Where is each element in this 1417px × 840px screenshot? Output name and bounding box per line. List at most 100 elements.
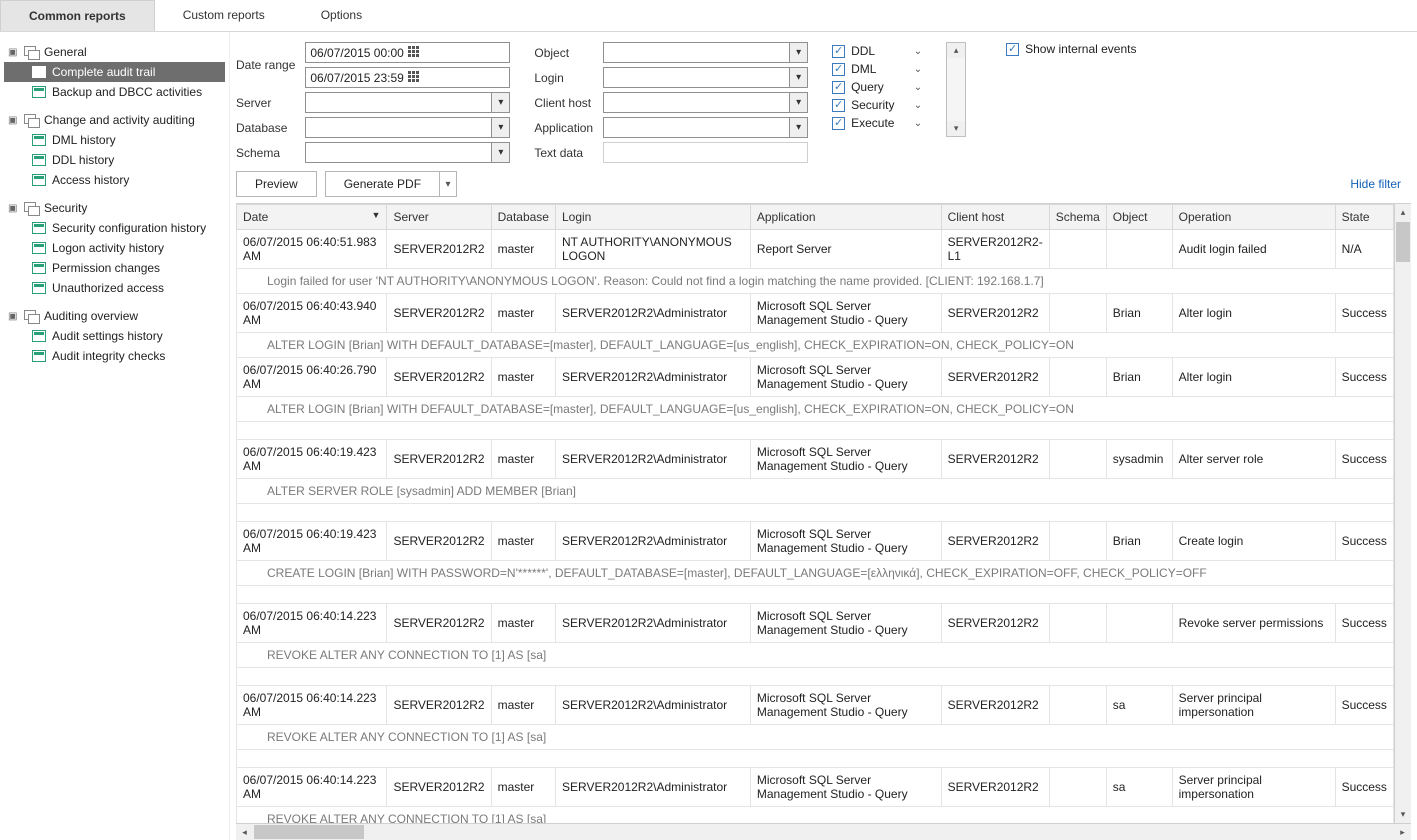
label-application: Application xyxy=(534,121,593,135)
report-icon xyxy=(32,242,46,254)
tree-item-complete-audit-trail[interactable]: Complete audit trail xyxy=(4,62,225,82)
table-row[interactable]: 06/07/2015 06:40:51.983 AMSERVER2012R2ma… xyxy=(237,230,1394,269)
col-header-application[interactable]: Application xyxy=(750,205,941,230)
table-row-detail: CREATE LOGIN [Brian] WITH PASSWORD=N'***… xyxy=(237,561,1394,586)
generate-pdf-button[interactable]: Generate PDF xyxy=(325,171,439,197)
table-row[interactable]: 06/07/2015 06:40:19.423 AMSERVER2012R2ma… xyxy=(237,440,1394,479)
tab-options[interactable]: Options xyxy=(293,0,390,31)
label-schema: Schema xyxy=(236,146,295,160)
tree-item-access-history[interactable]: Access history xyxy=(4,170,225,190)
col-header-operation[interactable]: Operation xyxy=(1172,205,1335,230)
text-data-input[interactable] xyxy=(603,142,808,163)
tree-group-change-and-activity-auditing[interactable]: ▣Change and activity auditing xyxy=(4,110,225,130)
label-text-data: Text data xyxy=(534,146,593,160)
col-header-object[interactable]: Object xyxy=(1106,205,1172,230)
dropdown-icon xyxy=(491,143,509,162)
object-combo[interactable] xyxy=(603,42,808,63)
report-icon xyxy=(32,134,46,146)
dropdown-icon xyxy=(491,93,509,112)
table-row-detail: ALTER LOGIN [Brian] WITH DEFAULT_DATABAS… xyxy=(237,333,1394,358)
col-header-state[interactable]: State xyxy=(1335,205,1393,230)
chevron-down-icon[interactable]: ⌄ xyxy=(914,82,922,93)
top-tabs: Common reportsCustom reportsOptions xyxy=(0,0,1417,32)
folder-icon xyxy=(24,46,38,58)
chevron-down-icon[interactable]: ⌄ xyxy=(914,100,922,111)
checks-scrollbar[interactable]: ▴▾ xyxy=(946,42,966,137)
tree-item-audit-settings-history[interactable]: Audit settings history xyxy=(4,326,225,346)
report-icon xyxy=(32,222,46,234)
tree-item-unauthorized-access[interactable]: Unauthorized access xyxy=(4,278,225,298)
chevron-down-icon[interactable]: ⌄ xyxy=(914,118,922,129)
folder-icon xyxy=(24,310,38,322)
dropdown-icon xyxy=(789,43,807,62)
col-header-login[interactable]: Login xyxy=(555,205,750,230)
report-icon xyxy=(32,350,46,362)
table-row-detail: REVOKE ALTER ANY CONNECTION TO [1] AS [s… xyxy=(237,643,1394,668)
report-icon xyxy=(32,66,46,78)
table-row[interactable]: 06/07/2015 06:40:43.940 AMSERVER2012R2ma… xyxy=(237,294,1394,333)
check-execute[interactable] xyxy=(832,117,845,130)
show-internal-label: Show internal events xyxy=(1025,42,1136,56)
vertical-scrollbar[interactable]: ▴▾ xyxy=(1394,204,1411,823)
generate-pdf-dropdown[interactable]: ▾ xyxy=(439,171,457,197)
table-row[interactable]: 06/07/2015 06:40:14.223 AMSERVER2012R2ma… xyxy=(237,604,1394,643)
chevron-down-icon[interactable]: ⌄ xyxy=(914,46,922,57)
client-host-combo[interactable] xyxy=(603,92,808,113)
login-combo[interactable] xyxy=(603,67,808,88)
report-icon xyxy=(32,330,46,342)
event-type-checks: DDL⌄DML⌄Query⌄Security⌄Execute⌄ xyxy=(832,42,922,130)
table-row[interactable]: 06/07/2015 06:40:26.790 AMSERVER2012R2ma… xyxy=(237,358,1394,397)
report-icon xyxy=(32,174,46,186)
table-row[interactable]: 06/07/2015 06:40:14.223 AMSERVER2012R2ma… xyxy=(237,686,1394,725)
date-from-input[interactable]: 06/07/2015 00:00 xyxy=(305,42,510,63)
show-internal-checkbox[interactable] xyxy=(1006,43,1019,56)
schema-combo[interactable] xyxy=(305,142,510,163)
results-grid: Date▼ServerDatabaseLoginApplicationClien… xyxy=(236,204,1394,823)
tree-item-security-configuration-history[interactable]: Security configuration history xyxy=(4,218,225,238)
col-header-client-host[interactable]: Client host xyxy=(941,205,1049,230)
chevron-down-icon[interactable]: ⌄ xyxy=(914,64,922,75)
tree-item-audit-integrity-checks[interactable]: Audit integrity checks xyxy=(4,346,225,366)
check-query[interactable] xyxy=(832,81,845,94)
col-header-schema[interactable]: Schema xyxy=(1049,205,1106,230)
tree-item-dml-history[interactable]: DML history xyxy=(4,130,225,150)
report-icon xyxy=(32,282,46,294)
check-dml[interactable] xyxy=(832,63,845,76)
database-combo[interactable] xyxy=(305,117,510,138)
date-to-input[interactable]: 06/07/2015 23:59 xyxy=(305,67,510,88)
col-header-server[interactable]: Server xyxy=(387,205,491,230)
dropdown-icon xyxy=(789,68,807,87)
preview-button[interactable]: Preview xyxy=(236,171,317,197)
check-ddl[interactable] xyxy=(832,45,845,58)
calendar-icon[interactable] xyxy=(408,71,506,85)
calendar-icon[interactable] xyxy=(408,46,506,60)
label-client-host: Client host xyxy=(534,96,593,110)
table-row-detail: ALTER LOGIN [Brian] WITH DEFAULT_DATABAS… xyxy=(237,397,1394,422)
label-database: Database xyxy=(236,121,295,135)
table-row[interactable]: 06/07/2015 06:40:14.223 AMSERVER2012R2ma… xyxy=(237,768,1394,807)
report-icon xyxy=(32,154,46,166)
tree-group-security[interactable]: ▣Security xyxy=(4,198,225,218)
label-server: Server xyxy=(236,96,295,110)
col-header-database[interactable]: Database xyxy=(491,205,555,230)
tree-item-ddl-history[interactable]: DDL history xyxy=(4,150,225,170)
hide-filter-link[interactable]: Hide filter xyxy=(1350,177,1411,191)
application-combo[interactable] xyxy=(603,117,808,138)
server-combo[interactable] xyxy=(305,92,510,113)
tree-group-auditing-overview[interactable]: ▣Auditing overview xyxy=(4,306,225,326)
tab-custom-reports[interactable]: Custom reports xyxy=(155,0,293,31)
tree-item-logon-activity-history[interactable]: Logon activity history xyxy=(4,238,225,258)
tab-common-reports[interactable]: Common reports xyxy=(0,0,155,31)
tree-item-backup-and-dbcc-activities[interactable]: Backup and DBCC activities xyxy=(4,82,225,102)
dropdown-icon xyxy=(491,118,509,137)
tree-item-permission-changes[interactable]: Permission changes xyxy=(4,258,225,278)
tree-group-general[interactable]: ▣General xyxy=(4,42,225,62)
dropdown-icon xyxy=(789,93,807,112)
table-row-detail: REVOKE ALTER ANY CONNECTION TO [1] AS [s… xyxy=(237,807,1394,824)
check-security[interactable] xyxy=(832,99,845,112)
sidebar: ▣GeneralComplete audit trailBackup and D… xyxy=(0,32,230,840)
table-row[interactable]: 06/07/2015 06:40:19.423 AMSERVER2012R2ma… xyxy=(237,522,1394,561)
col-header-date[interactable]: Date▼ xyxy=(237,205,387,230)
horizontal-scrollbar[interactable]: ◂▸ xyxy=(236,823,1411,840)
table-row-detail: Login failed for user 'NT AUTHORITY\ANON… xyxy=(237,269,1394,294)
